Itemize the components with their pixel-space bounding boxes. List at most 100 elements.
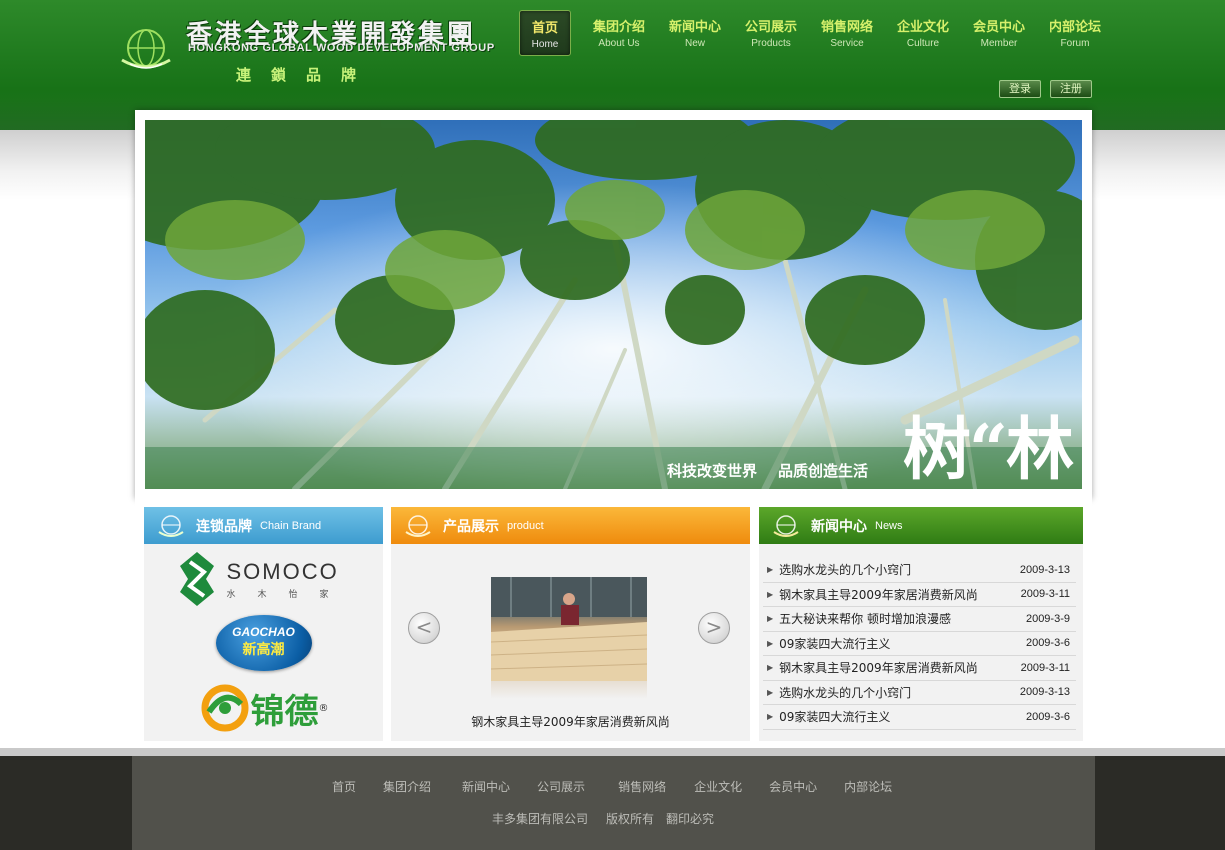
footer-inner xyxy=(132,756,1095,850)
nav-home[interactable]: 首页 Home xyxy=(519,10,571,56)
nav-sublabel: Forum xyxy=(1060,38,1090,49)
panel-subtitle: News xyxy=(875,519,903,532)
banner-image: 科技改变世界 品质创造生活 树“林 xyxy=(145,120,1082,489)
bullet-icon: ▶ xyxy=(767,589,774,599)
news-item[interactable]: ▶ 选购水龙头的几个小窍门 2009-3-13 xyxy=(763,558,1076,583)
news-list: ▶ 选购水龙头的几个小窍门 2009-3-13 ▶ 钢木家具主导2009年家居消费新… xyxy=(763,558,1076,730)
news-date: 2009-3-13 xyxy=(1019,686,1070,699)
logo-slogan: 連鎖品牌 xyxy=(236,66,377,84)
leaf-globe-icon xyxy=(405,514,431,537)
jinde-name: 锦德 xyxy=(250,691,319,732)
news-date: 2009-3-11 xyxy=(1020,661,1070,674)
brand-jinde[interactable]: 锦德 ® xyxy=(144,679,383,737)
register-button[interactable]: 注册 xyxy=(1050,80,1092,98)
somoco-name: SOMOCO xyxy=(226,558,339,584)
globe-logo-icon xyxy=(121,29,171,69)
news-title: 选购水龙头的几个小窍门 xyxy=(779,685,912,700)
logo-english-name: HONGKONG GLOBAL WOOD DEVELOPMENT GROUP xyxy=(188,42,495,54)
panel-header: 产品展示 product xyxy=(391,507,750,544)
panel-title: 新闻中心 xyxy=(811,518,867,535)
bullet-icon: ▶ xyxy=(767,712,774,722)
news-item[interactable]: ▶ 钢木家具主导2009年家居消费新风尚 2009-3-11 xyxy=(763,583,1076,607)
news-date: 2009-3-6 xyxy=(1025,710,1070,723)
panel-subtitle: Chain Brand xyxy=(260,519,322,532)
brand-gaochao[interactable]: GAOCHAO 新高潮 xyxy=(144,613,383,673)
nav-sublabel: Products xyxy=(751,38,791,49)
footer-link-service[interactable]: 销售网络 xyxy=(618,778,666,795)
news-item[interactable]: ▶ 钢木家具主导2009年家居消费新风尚 2009-3-11 xyxy=(763,656,1076,681)
jinde-swirl-icon xyxy=(201,684,248,732)
panel-title: 连锁品牌 xyxy=(196,518,252,535)
somoco-logo-icon xyxy=(180,552,215,606)
leaf-globe-icon xyxy=(158,514,184,537)
login-button[interactable]: 登录 xyxy=(999,80,1041,98)
news-date: 2009-3-13 xyxy=(1019,563,1070,576)
product-next-button[interactable]: > xyxy=(698,612,730,644)
chain-brand-panel: 连锁品牌 Chain Brand SOMOCO 水木怡家 GAOCHAO 新高潮… xyxy=(144,507,383,741)
nav-label: 新闻中心 xyxy=(668,20,721,35)
banner-slogan-quality: 品质创造生活 xyxy=(778,462,869,480)
nav-label: 内部论坛 xyxy=(1048,20,1101,35)
nav-label: 会员中心 xyxy=(972,20,1025,35)
news-date: 2009-3-9 xyxy=(1025,612,1070,625)
bullet-icon: ▶ xyxy=(767,638,774,648)
factory-photo-illustration xyxy=(491,577,647,681)
bullet-icon: ▶ xyxy=(767,663,774,673)
nav-service[interactable]: 销售网络 Service xyxy=(809,10,885,56)
banner-frame: 科技改变世界 品质创造生活 树“林 xyxy=(135,110,1092,499)
product-caption[interactable]: 钢木家具主导2009年家居消费新风尚 xyxy=(391,713,750,730)
brand-somoco[interactable]: SOMOCO 水木怡家 xyxy=(144,551,383,607)
nav-sublabel: Culture xyxy=(906,38,940,49)
nav-label: 企业文化 xyxy=(896,20,949,35)
nav-about[interactable]: 集团介绍 About Us xyxy=(581,10,657,56)
news-item[interactable]: ▶ 五大秘诀来帮你 顿时增加浪漫感 2009-3-9 xyxy=(763,607,1076,632)
gaochao-logo: GAOCHAO 新高潮 xyxy=(215,615,312,671)
banner-slogan-tech: 科技改变世界 xyxy=(667,462,758,480)
footer-link-home[interactable]: 首页 xyxy=(332,778,356,795)
panel-title: 产品展示 xyxy=(443,518,499,535)
footer-company: 丰多集团有限公司 xyxy=(492,812,589,826)
nav-sublabel: Member xyxy=(980,38,1018,49)
footer-rights: 版权所有 xyxy=(606,812,655,826)
nav-forum[interactable]: 内部论坛 Forum xyxy=(1037,10,1113,56)
nav-products[interactable]: 公司展示 Products xyxy=(733,10,809,56)
site-logo[interactable]: 香港全球木業開發集團 HONGKONG GLOBAL WOOD DEVELOPM… xyxy=(118,14,494,84)
footer-link-culture[interactable]: 企业文化 xyxy=(694,778,742,795)
footer-link-member[interactable]: 会员中心 xyxy=(769,778,817,795)
bullet-icon: ▶ xyxy=(767,687,774,697)
product-prev-button[interactable]: < xyxy=(408,612,440,644)
footer-nav: 首页 集团介绍 新闻中心 公司展示 销售网络 企业文化 会员中心 内部论坛 xyxy=(332,778,892,795)
news-title: 五大秘诀来帮你 顿时增加浪漫感 xyxy=(779,612,951,627)
nav-label: 销售网络 xyxy=(820,20,873,35)
footer-link-news[interactable]: 新闻中心 xyxy=(462,778,510,795)
nav-news[interactable]: 新闻中心 New xyxy=(657,10,733,56)
somoco-subtitle: 水木怡家 xyxy=(226,589,351,600)
news-item[interactable]: ▶ 选购水龙头的几个小窍门 2009-3-13 xyxy=(763,681,1076,705)
footer-link-products[interactable]: 公司展示 xyxy=(537,778,585,795)
panel-header: 连锁品牌 Chain Brand xyxy=(144,507,383,544)
footer-divider xyxy=(0,748,1225,756)
leaf-globe-icon xyxy=(773,514,799,537)
news-title: 09家装四大流行主义 xyxy=(779,710,891,725)
nav-label: 集团介绍 xyxy=(592,20,645,35)
registered-mark: ® xyxy=(318,702,329,714)
news-item[interactable]: ▶ 09家装四大流行主义 2009-3-6 xyxy=(763,632,1076,656)
bullet-icon: ▶ xyxy=(767,565,774,575)
nav-label: 首页 xyxy=(531,21,558,36)
footer-link-about[interactable]: 集团介绍 xyxy=(383,778,431,795)
gaochao-chinese: 新高潮 xyxy=(242,641,285,657)
panel-subtitle: product xyxy=(507,519,544,532)
product-photo-reflection xyxy=(491,681,647,699)
nav-sublabel: New xyxy=(684,38,705,49)
gaochao-english: GAOCHAO xyxy=(232,625,295,639)
product-photo[interactable] xyxy=(491,577,647,681)
nav-member[interactable]: 会员中心 Member xyxy=(961,10,1037,56)
news-title: 钢木家具主导2009年家居消费新风尚 xyxy=(779,587,978,602)
news-date: 2009-3-6 xyxy=(1025,637,1070,650)
news-title: 09家装四大流行主义 xyxy=(779,636,891,651)
news-item[interactable]: ▶ 09家装四大流行主义 2009-3-6 xyxy=(763,705,1076,730)
footer-link-forum[interactable]: 内部论坛 xyxy=(844,778,892,795)
bullet-icon: ▶ xyxy=(767,614,774,624)
nav-culture[interactable]: 企业文化 Culture xyxy=(885,10,961,56)
news-title: 选购水龙头的几个小窍门 xyxy=(779,563,912,578)
